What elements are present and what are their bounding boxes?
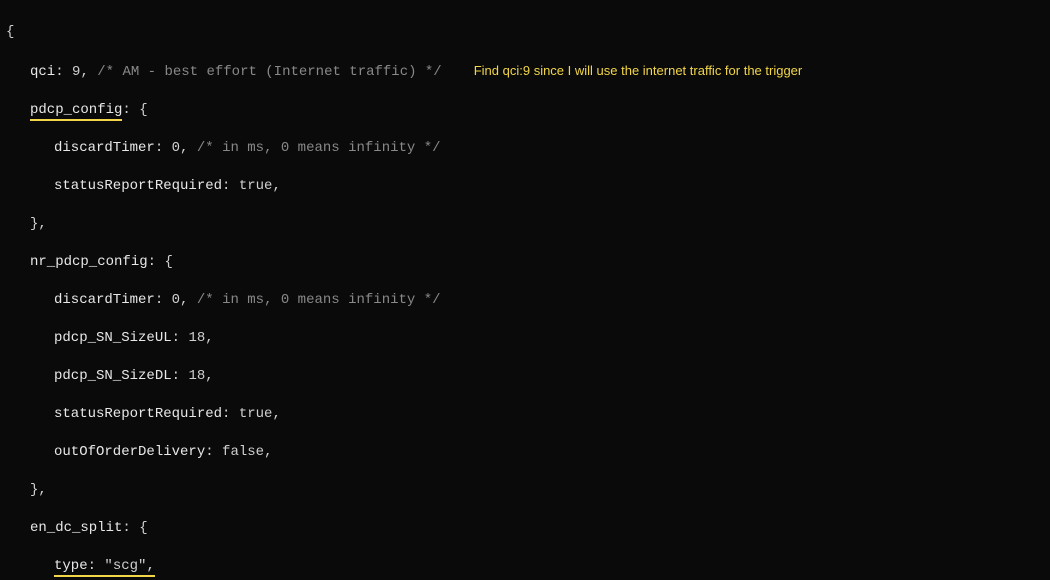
line-qci: qci: 9, /* AM - best effort (Internet tr… bbox=[6, 61, 1044, 82]
line-nr-pdcp-config-open: nr_pdcp_config: { bbox=[6, 253, 1044, 272]
line-pdcp-statusReportRequired: statusReportRequired: true, bbox=[6, 177, 1044, 196]
line-nr-outOfOrderDelivery: outOfOrderDelivery: false, bbox=[6, 443, 1044, 462]
line-nr-sn-ul: pdcp_SN_SizeUL: 18, bbox=[6, 329, 1044, 348]
line-nr-statusReportRequired: statusReportRequired: true, bbox=[6, 405, 1044, 424]
line-open-brace: { bbox=[6, 23, 1044, 42]
line-pdcp-discardTimer: discardTimer: 0, /* in ms, 0 means infin… bbox=[6, 139, 1044, 158]
code-block: { qci: 9, /* AM - best effort (Internet … bbox=[0, 0, 1050, 580]
line-pdcp-config-close: }, bbox=[6, 215, 1044, 234]
line-en-dc-split-open: en_dc_split: { bbox=[6, 519, 1044, 538]
line-nr-discardTimer: discardTimer: 0, /* in ms, 0 means infin… bbox=[6, 291, 1044, 310]
line-pdcp-config-open: pdcp_config: { bbox=[6, 101, 1044, 120]
line-nr-sn-dl: pdcp_SN_SizeDL: 18, bbox=[6, 367, 1044, 386]
line-nr-pdcp-config-close: }, bbox=[6, 481, 1044, 500]
line-en-dc-split-type: type: "scg", bbox=[6, 557, 1044, 576]
annotation-qci: Find qci:9 since I will use the internet… bbox=[474, 63, 803, 78]
